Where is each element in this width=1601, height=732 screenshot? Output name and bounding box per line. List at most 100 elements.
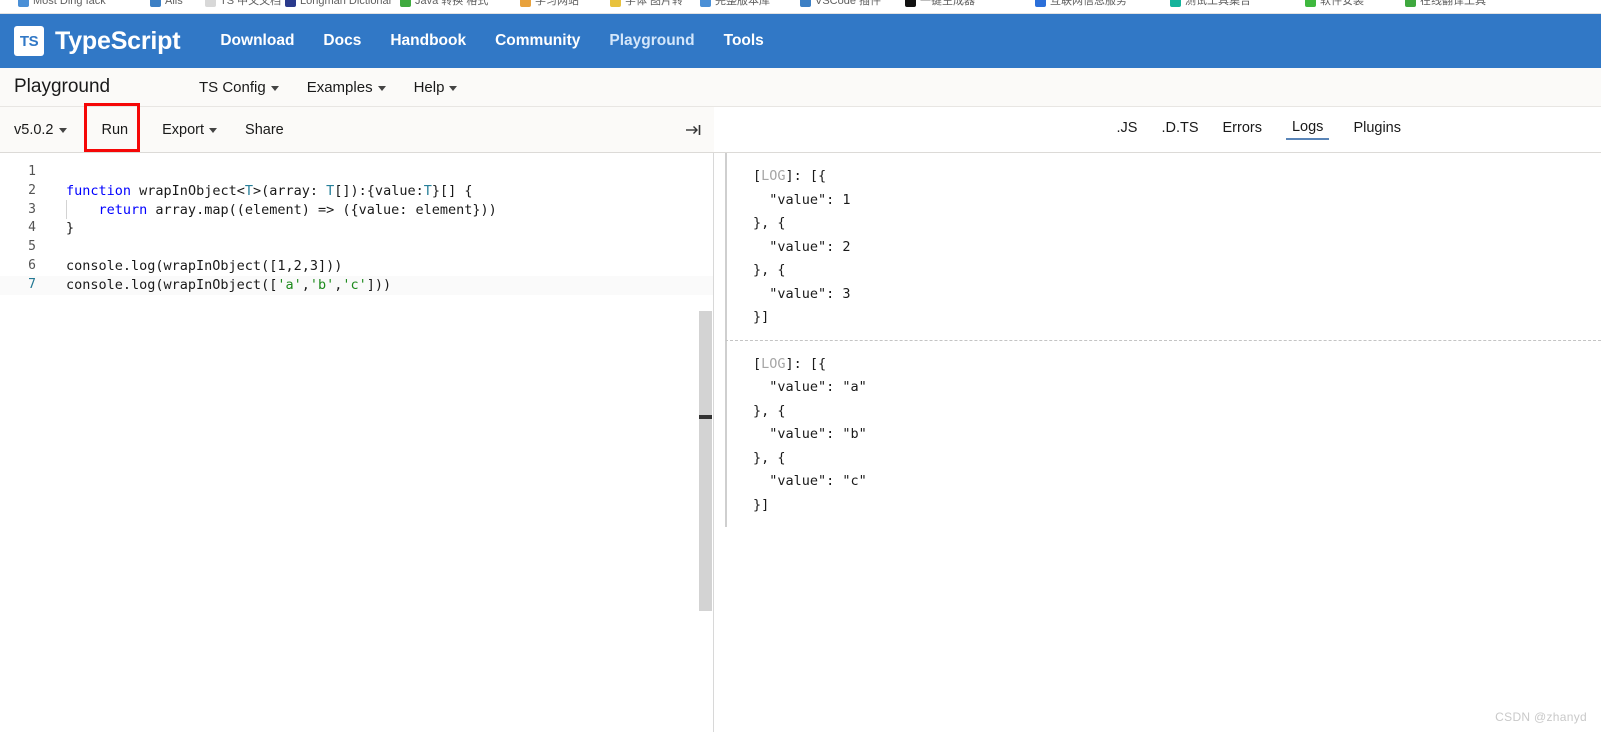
playground-page: Most Ding Iaсk Alls TS 中文文档 Longman Diction… xyxy=(0,0,1601,732)
bookmark-favicon-icon xyxy=(1305,0,1316,7)
nav-link-handbook[interactable]: Handbook xyxy=(390,32,466,50)
code-token: 'c' xyxy=(342,276,367,293)
bookmark-item[interactable]: Longman Dictionar xyxy=(285,0,392,7)
log-line: }, { xyxy=(753,402,786,419)
code-token: console.log(wrapInObject([1,2,3])) xyxy=(66,257,343,274)
code-line[interactable]: 4} xyxy=(0,219,713,238)
code-line[interactable]: 2 function wrapInObject<T>(array: T[]):{v… xyxy=(0,182,713,201)
bookmark-item[interactable]: Most Ding Iaсk xyxy=(18,0,106,7)
browser-bookmarks-bar[interactable]: Most Ding Iaсk Alls TS 中文文档 Longman Diction… xyxy=(0,0,1601,14)
watermark: CSDN @zhanyd xyxy=(1495,710,1587,724)
log-line: }, { xyxy=(753,449,786,466)
log-line: "value": 1 xyxy=(753,191,851,208)
tab-logs[interactable]: Logs xyxy=(1285,119,1330,140)
code-line[interactable]: 1 xyxy=(0,163,713,182)
run-button[interactable]: Run xyxy=(94,122,137,138)
collapse-sidebar-icon[interactable] xyxy=(684,121,702,139)
bookmark-favicon-icon xyxy=(1170,0,1181,7)
bookmark-label: 完整版本库 xyxy=(715,0,770,7)
nav-link-download[interactable]: Download xyxy=(220,32,294,50)
typescript-logo-icon: TS xyxy=(14,26,44,56)
nav-link-tools[interactable]: Tools xyxy=(724,32,764,50)
main-nav: Download Docs Handbook Community Playground T… xyxy=(220,32,763,50)
version-label: v5.0.2 xyxy=(14,121,54,138)
code-token: T xyxy=(244,182,253,199)
logs-panel[interactable]: [LOG]: [{ "value": 1}, { "value": 2}, { … xyxy=(715,153,1601,732)
code-text[interactable]: console.log(wrapInObject([1,2,3])) xyxy=(48,257,342,276)
line-number: 6 xyxy=(28,257,36,273)
code-line[interactable]: 7 console.log(wrapInObject(['a','b','c'])… xyxy=(0,275,713,295)
log-line: }, { xyxy=(753,262,786,278)
nav-link-playground[interactable]: Playground xyxy=(609,32,694,50)
menu-ts-config[interactable]: TS Config xyxy=(199,79,279,96)
share-button[interactable]: Share xyxy=(245,122,284,138)
editor-toolbar: v5.0.2 Run Export Share xyxy=(0,107,714,153)
code-text[interactable]: return array.map((element) => ({value: e… xyxy=(48,199,497,220)
log-entry[interactable]: [LOG]: [{ "value": 1}, { "value": 2}, { … xyxy=(725,153,1601,340)
bookmark-item[interactable]: 一键生成器 xyxy=(905,0,975,7)
code-line[interactable]: 5 xyxy=(0,238,713,257)
code-token: console.log(wrapInObject([ xyxy=(66,276,278,293)
tab-plugins[interactable]: Plugins xyxy=(1353,120,1401,139)
editor-vertical-scrollbar[interactable] xyxy=(699,311,712,611)
code-line[interactable]: 3 return array.map((element) => ({value:… xyxy=(0,199,713,220)
chevron-down-icon xyxy=(270,85,279,91)
tab-js[interactable]: .JS xyxy=(1116,120,1137,139)
log-line: "value": "b" xyxy=(753,426,867,442)
bookmark-label: 测试工具集合 xyxy=(1185,0,1251,7)
code-text[interactable]: console.log(wrapInObject(['a','b','c'])) xyxy=(48,276,391,295)
bookmark-item[interactable]: 互联网信息服务 xyxy=(1035,0,1127,7)
results-toolbar: .JS .D.TS Errors Logs Plugins xyxy=(714,107,1601,153)
bookmark-item[interactable]: 在线翻译工具 xyxy=(1405,0,1486,7)
code-token: >(array: xyxy=(253,182,327,199)
version-selector[interactable]: v5.0.2 xyxy=(14,122,67,138)
bookmark-item[interactable]: 软件安装 xyxy=(1305,0,1364,7)
bookmark-label: Java 转换 格式 xyxy=(415,0,489,7)
log-bracket: [ xyxy=(753,168,762,184)
log-entry[interactable]: [LOG]: [{ "value": "a"}, { "value": "b"}… xyxy=(725,339,1601,527)
code-lines[interactable]: 1 2 function wrapInObject<T>(array: T[]):{… xyxy=(0,153,713,295)
bookmark-item[interactable]: 测试工具集合 xyxy=(1170,0,1251,7)
code-editor[interactable]: 1 2 function wrapInObject<T>(array: T[]):{… xyxy=(0,153,714,732)
code-text[interactable]: } xyxy=(48,219,74,238)
menu-help[interactable]: Help xyxy=(414,79,458,96)
chevron-down-icon xyxy=(377,85,386,91)
bookmark-item[interactable]: 学习网站 xyxy=(520,0,579,7)
bookmark-label: TS 中文文档 xyxy=(220,0,282,7)
site-header: TS TypeScript Download Docs Handbook Commun… xyxy=(0,14,1601,68)
bookmark-label: 互联网信息服务 xyxy=(1050,0,1127,7)
editor-scroll-marker xyxy=(699,415,712,419)
bookmark-item[interactable]: Java 转换 格式 xyxy=(400,0,488,7)
menu-label: Help xyxy=(413,78,445,96)
nav-link-docs[interactable]: Docs xyxy=(323,32,361,50)
bookmark-item[interactable]: Alls xyxy=(150,0,183,7)
bookmark-item[interactable]: TS 中文文档 xyxy=(205,0,281,7)
bookmark-favicon-icon xyxy=(285,0,296,7)
log-line: }] xyxy=(753,496,770,513)
brand-name: TypeScript xyxy=(55,26,181,55)
log-tag: LOG xyxy=(761,355,786,372)
bookmark-favicon-icon xyxy=(700,0,711,7)
log-line: "value": 2 xyxy=(753,238,851,255)
tab-errors[interactable]: Errors xyxy=(1223,120,1262,139)
brand[interactable]: TS TypeScript xyxy=(14,26,181,56)
code-line[interactable]: 6 console.log(wrapInObject([1,2,3])) xyxy=(0,257,713,276)
bookmark-favicon-icon xyxy=(905,0,916,7)
bookmark-item[interactable]: VSCode 插件 xyxy=(800,0,881,7)
bookmark-item[interactable]: 字体 图片转 xyxy=(610,0,683,7)
playground-subnav: Playground TS Config Examples Help xyxy=(0,68,1601,107)
menu-label: Examples xyxy=(306,78,373,96)
bookmark-item[interactable]: 完整版本库 xyxy=(700,0,770,7)
bookmark-label: 软件安装 xyxy=(1320,0,1364,7)
code-token: wrapInObject xyxy=(139,182,237,199)
menu-examples[interactable]: Examples xyxy=(307,79,386,96)
code-text[interactable]: function wrapInObject<T>(array: T[]):{va… xyxy=(48,182,472,201)
log-line: [LOG]: [{ xyxy=(753,165,1601,189)
nav-link-community[interactable]: Community xyxy=(495,32,580,50)
export-menu[interactable]: Export xyxy=(162,122,218,138)
tab-dts[interactable]: .D.TS xyxy=(1161,120,1198,139)
bookmark-favicon-icon xyxy=(520,0,531,7)
code-token: function xyxy=(66,182,132,199)
bookmark-favicon-icon xyxy=(400,0,411,7)
